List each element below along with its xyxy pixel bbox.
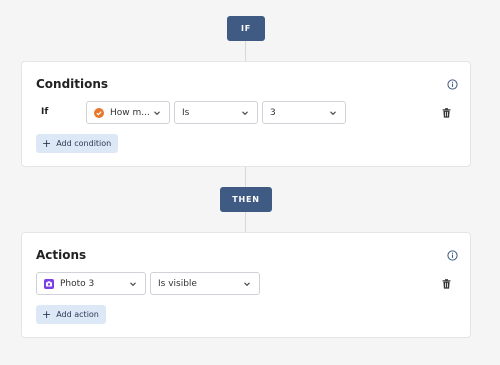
if-step-badge: IF (227, 16, 265, 41)
chevron-down-icon (330, 111, 336, 116)
delete-action-trash-icon[interactable] (442, 279, 451, 289)
condition-value-select[interactable]: 3 (262, 101, 346, 124)
plus-icon: + (42, 308, 52, 321)
then-step-badge: THEN (220, 187, 272, 212)
condition-question-select[interactable]: How m... (86, 101, 170, 124)
plus-icon: + (42, 137, 52, 150)
add-action-button[interactable]: + Add action (36, 305, 106, 324)
chevron-down-icon (154, 111, 160, 116)
info-circle-icon[interactable] (447, 250, 458, 261)
action-target-select[interactable]: Photo 3 (36, 272, 146, 295)
action-target-value: Photo 3 (60, 278, 95, 289)
action-type-value: Is visible (158, 278, 197, 289)
conditions-title: Conditions (36, 77, 109, 91)
condition-operator-value: Is (182, 107, 190, 118)
flow-connector-top (245, 40, 246, 61)
chevron-down-icon (242, 111, 248, 116)
camera-icon (44, 278, 54, 289)
flow-connector-bottom (245, 211, 246, 232)
info-circle-icon[interactable] (447, 79, 458, 90)
conditions-card: Conditions If How m... Is 3 + Add condit… (21, 61, 471, 167)
actions-card: Actions Photo 3 Is visible + Add action (21, 232, 471, 338)
add-condition-label: Add condition (56, 139, 112, 148)
condition-if-label: If (41, 107, 49, 117)
condition-operator-select[interactable]: Is (174, 101, 258, 124)
chevron-down-icon (244, 282, 250, 287)
delete-condition-trash-icon[interactable] (442, 108, 451, 118)
chevron-down-icon (130, 282, 136, 287)
condition-value-text: 3 (270, 107, 276, 118)
add-condition-button[interactable]: + Add condition (36, 134, 119, 153)
add-action-label: Add action (56, 310, 99, 319)
action-type-select[interactable]: Is visible (150, 272, 260, 295)
flow-connector-middle (245, 166, 246, 188)
actions-title: Actions (36, 248, 87, 262)
condition-question-value: How m... (110, 107, 150, 118)
check-circle-icon (94, 107, 104, 118)
